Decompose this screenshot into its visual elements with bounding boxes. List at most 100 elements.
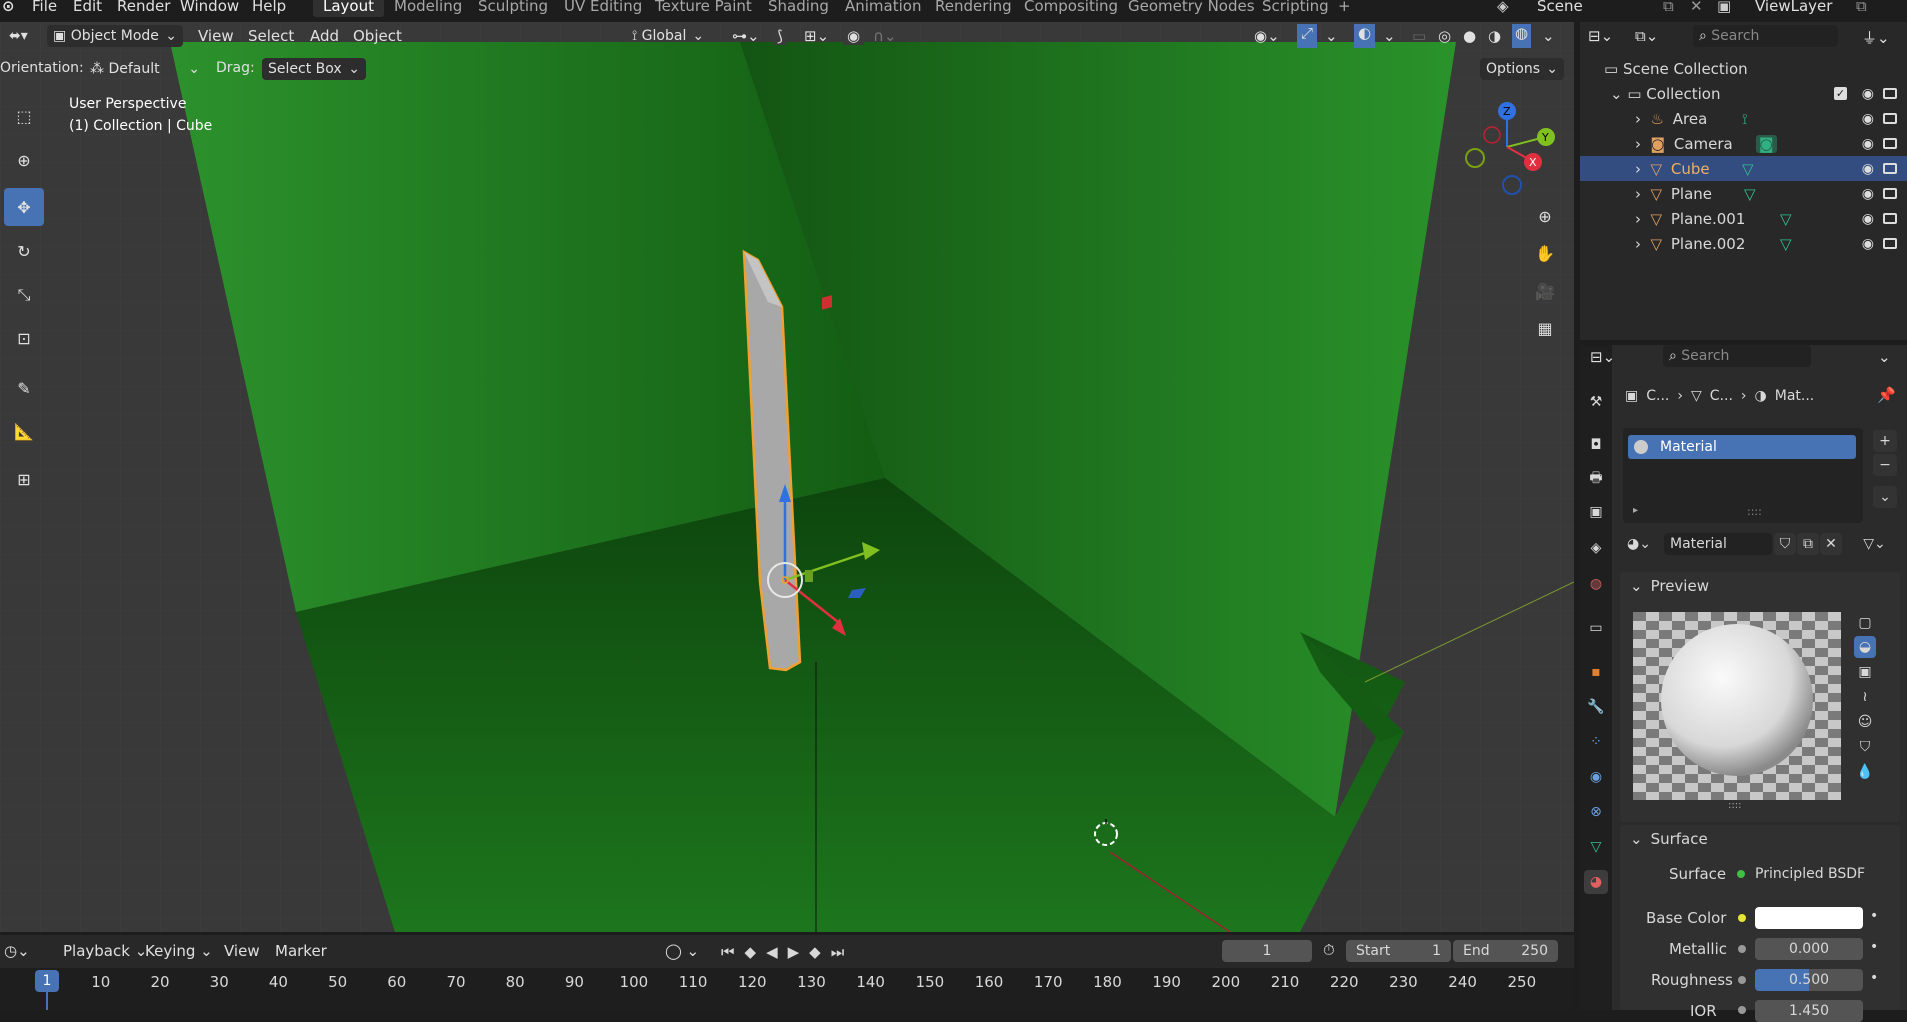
render-tab-icon[interactable]: ◘: [1584, 433, 1608, 457]
select-box-tool-icon[interactable]: ⬚: [4, 97, 44, 135]
blender-logo-icon[interactable]: ⊙: [2, 0, 15, 15]
render-camera-icon[interactable]: [1883, 113, 1897, 124]
orientation-dropdown[interactable]: ⁂ Default ⌄: [84, 58, 206, 80]
jump-start-icon[interactable]: ⏮: [721, 943, 735, 961]
jump-keyframe-forward-icon[interactable]: ◆: [809, 943, 821, 961]
timeline-menu-view[interactable]: View: [224, 942, 260, 960]
outliner-search-input[interactable]: ⌕ Search: [1693, 25, 1838, 47]
visibility-eye-icon[interactable]: ◉: [1862, 211, 1874, 227]
snap-icon[interactable]: ⟆: [774, 27, 786, 45]
menu-file[interactable]: File: [32, 0, 57, 15]
render-camera-icon[interactable]: [1883, 188, 1897, 199]
preview-hair-icon[interactable]: ≀: [1854, 686, 1876, 708]
outliner-item-cube[interactable]: › ▽ Cube ▽ ◉: [1580, 156, 1907, 181]
transform-tool-icon[interactable]: ⊡: [4, 319, 44, 357]
properties-options-icon[interactable]: ⌄: [1878, 348, 1891, 366]
stopwatch-icon[interactable]: ⏱: [1323, 941, 1335, 959]
output-tab-icon[interactable]: 🖶: [1584, 467, 1608, 491]
play-icon[interactable]: ▶: [788, 943, 800, 961]
scene-tab-icon[interactable]: ◈: [1584, 536, 1608, 560]
material-shading-icon[interactable]: ◑: [1488, 27, 1501, 45]
particles-tab-icon[interactable]: ⁘: [1584, 730, 1608, 754]
tab-compositing[interactable]: Compositing: [1024, 0, 1118, 15]
tab-rendering[interactable]: Rendering: [935, 0, 1012, 15]
properties-editor-type-icon[interactable]: ⊟⌄: [1590, 348, 1615, 366]
add-slot-button[interactable]: +: [1873, 430, 1897, 452]
outliner-item-plane-002[interactable]: › ▽ Plane.002 ▽ ◉: [1580, 231, 1907, 256]
base-color-swatch[interactable]: [1755, 907, 1863, 929]
render-camera-icon[interactable]: [1883, 163, 1897, 174]
current-frame-field[interactable]: 1: [1222, 940, 1312, 962]
viewport-menu-add[interactable]: Add: [310, 27, 339, 45]
tab-texture-paint[interactable]: Texture Paint: [655, 0, 752, 15]
menu-help[interactable]: Help: [252, 0, 286, 15]
pan-hand-icon[interactable]: ✋: [1529, 237, 1561, 269]
display-mode-icon[interactable]: ⧉⌄: [1635, 27, 1658, 45]
visibility-icon[interactable]: ◉⌄: [1254, 27, 1280, 45]
scene-name[interactable]: Scene: [1537, 0, 1583, 15]
zoom-icon[interactable]: ⊕: [1529, 200, 1561, 232]
tab-animation[interactable]: Animation: [845, 0, 921, 15]
preview-monkey-icon[interactable]: ☺: [1854, 711, 1876, 733]
camera-view-icon[interactable]: 🎥: [1529, 275, 1561, 307]
keyframe-dot-icon[interactable]: •: [1870, 939, 1878, 955]
viewport-menu-object[interactable]: Object: [353, 27, 402, 45]
timeline-menu-keying[interactable]: Keying ⌄: [145, 942, 213, 960]
material-browse-button[interactable]: ◕⌄: [1623, 533, 1663, 555]
collection-exclude-checkbox[interactable]: ✓: [1834, 87, 1847, 100]
tab-layout[interactable]: Layout: [313, 0, 384, 17]
snap-target-icon[interactable]: ⊞⌄: [804, 27, 829, 45]
material-slot-item[interactable]: Material: [1628, 435, 1856, 459]
list-grip-icon[interactable]: ::::: [1747, 505, 1762, 518]
visibility-eye-icon[interactable]: ◉: [1862, 136, 1874, 152]
link-dropdown[interactable]: ▽⌄: [1852, 533, 1897, 555]
tab-uv-editing[interactable]: UV Editing: [564, 0, 642, 15]
timeline-editor-type-icon[interactable]: ◷⌄: [4, 942, 30, 960]
timeline-menu-playback[interactable]: Playback ⌄: [63, 942, 147, 960]
viewport-menu-view[interactable]: View: [198, 27, 234, 45]
add-workspace-icon[interactable]: +: [1338, 0, 1351, 15]
duplicate-material-icon[interactable]: ⧉: [1797, 533, 1819, 555]
preview-cube-icon[interactable]: ▣: [1854, 661, 1876, 683]
render-camera-icon[interactable]: [1883, 138, 1897, 149]
roughness-slider[interactable]: 0.500: [1755, 969, 1863, 991]
visibility-eye-icon[interactable]: ◉: [1862, 161, 1874, 177]
rotate-tool-icon[interactable]: ↻: [4, 232, 44, 270]
remove-slot-button[interactable]: −: [1873, 454, 1897, 476]
metallic-field[interactable]: 0.000: [1755, 938, 1863, 960]
visibility-eye-icon[interactable]: ◉: [1862, 186, 1874, 202]
editor-type-icon[interactable]: ⬌▾: [3, 25, 46, 47]
add-cube-tool-icon[interactable]: ⊞: [4, 460, 44, 498]
menu-render[interactable]: Render: [117, 0, 170, 15]
jump-keyframe-back-icon[interactable]: ◆: [745, 943, 757, 961]
data-tab-icon[interactable]: ▽: [1584, 835, 1608, 859]
preview-fluid-icon[interactable]: 💧: [1854, 761, 1876, 783]
material-name-field[interactable]: Material: [1664, 533, 1772, 555]
outliner-item-area[interactable]: › ♨ Area ⟟ ◉: [1580, 106, 1907, 131]
modifier-tab-icon[interactable]: 🔧: [1584, 695, 1608, 719]
falloff-icon[interactable]: ∩⌄: [873, 27, 897, 45]
shading-dropdown-icon[interactable]: ⌄: [1542, 27, 1555, 45]
pivot-point-icon[interactable]: ⊶⌄: [732, 27, 760, 45]
filter-icon[interactable]: ⏚⌄: [1862, 27, 1890, 48]
preview-flat-icon[interactable]: ▢: [1854, 612, 1876, 634]
surface-header[interactable]: ⌄ Surface: [1630, 830, 1708, 848]
collection-tab-icon[interactable]: ▭: [1584, 616, 1608, 640]
preview-header[interactable]: ⌄ Preview: [1630, 577, 1709, 595]
navigation-gizmo[interactable]: Z Y X: [1465, 95, 1575, 200]
rendered-shading-icon[interactable]: ◍: [1512, 24, 1532, 48]
3d-viewport[interactable]: [0, 22, 1574, 932]
scene-icon[interactable]: ◈: [1497, 0, 1509, 15]
proportional-edit-icon[interactable]: ◉: [843, 27, 865, 45]
menu-window[interactable]: Window: [180, 0, 239, 15]
collapse-arrow-icon[interactable]: ⌄: [1610, 85, 1627, 103]
preview-resize-icon[interactable]: ::::: [1728, 800, 1741, 811]
visibility-eye-icon[interactable]: ◉: [1862, 236, 1874, 252]
object-tab-icon[interactable]: ▪: [1584, 660, 1608, 684]
gizmo-dropdown-icon[interactable]: ⌄: [1325, 27, 1338, 45]
delete-scene-icon[interactable]: ✕: [1690, 0, 1703, 15]
outliner-item-camera[interactable]: › ◙ Camera ◙ ◉: [1580, 131, 1907, 156]
ortho-grid-icon[interactable]: ▦: [1529, 312, 1561, 344]
new-view-layer-icon[interactable]: ⧉: [1856, 0, 1867, 15]
end-frame-field[interactable]: End 250: [1453, 940, 1558, 962]
